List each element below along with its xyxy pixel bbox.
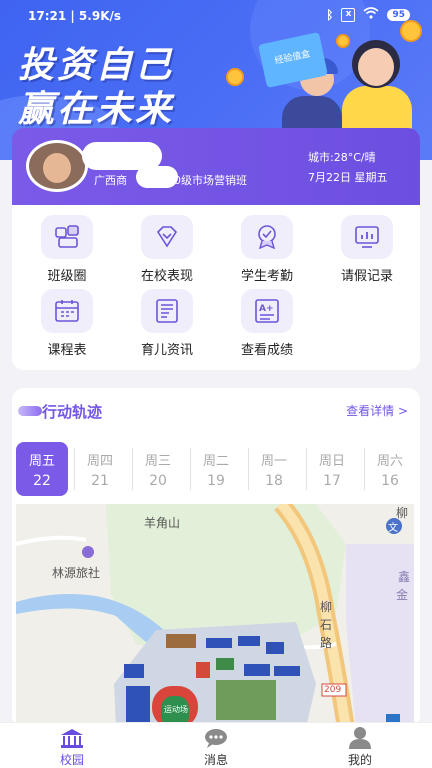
day-number: 18 <box>265 473 283 489</box>
wifi-icon <box>363 7 379 22</box>
day-number: 19 <box>207 473 225 489</box>
grid-label: 课程表 <box>47 343 87 358</box>
day-weekday: 周五 <box>28 454 55 469</box>
coin-icon <box>400 20 422 42</box>
status-bar: 17:21 | 5.9K/s ᛒ x 95 <box>0 0 432 32</box>
view-details-link[interactable]: 查看详情 > <box>346 402 408 419</box>
map-label-road: 柳 <box>320 600 333 614</box>
day-weekday: 周六 <box>376 454 403 469</box>
day-number: 21 <box>91 473 109 489</box>
day-weekday: 周四 <box>86 454 113 469</box>
badge-check-icon <box>241 215 293 259</box>
tab-label: 校园 <box>59 753 84 767</box>
day-number: 22 <box>33 473 51 489</box>
day-tab[interactable]: 周一 18 <box>248 442 300 496</box>
grid-label: 育儿资讯 <box>140 343 193 358</box>
tab-label: 我的 <box>347 753 372 767</box>
grid-item-grades[interactable]: A+ 查看成绩 <box>222 289 312 358</box>
track-map[interactable]: 羊角山 林源旅社 柳 文 柳 石 路 鑫 金 209 运动场 <box>16 504 414 728</box>
grid-label: 查看成绩 <box>240 343 293 358</box>
day-tab[interactable]: 周三 20 <box>132 442 184 496</box>
calendar-icon <box>41 289 93 333</box>
coin-icon <box>226 68 244 86</box>
map-label-road-number: 209 <box>324 685 342 695</box>
map-label-road: 石 <box>320 618 333 632</box>
privacy-mask <box>136 166 178 188</box>
grid-item-parenting-news[interactable]: 育儿资讯 <box>122 289 212 358</box>
grid-item-class-circle[interactable]: 班级圈 <box>22 215 112 284</box>
day-tab[interactable]: 周五 22 <box>16 442 68 496</box>
grade-icon: A+ <box>241 289 293 333</box>
user-icon <box>347 727 373 749</box>
grid-label: 学生考勤 <box>240 269 293 284</box>
date-text: 7月22日 星期五 <box>308 171 388 184</box>
news-icon <box>141 289 193 333</box>
sim-icon: x <box>341 7 356 22</box>
map-graphics <box>16 504 414 728</box>
battery-indicator: 95 <box>387 8 410 21</box>
track-title: 行动轨迹 <box>42 403 103 421</box>
day-tab[interactable]: 周二 19 <box>190 442 242 496</box>
slogan-line-2: 赢在未来 <box>18 89 175 130</box>
map-label-wen: 文 <box>388 523 398 534</box>
bluetooth-icon: ᛒ <box>326 7 334 22</box>
bottom-tab-bar: 校园 消息 我的 <box>0 722 432 768</box>
slogan-line-1: 投资自己 <box>18 45 175 86</box>
track-title-mark <box>18 406 42 416</box>
coin-icon <box>336 34 350 48</box>
illustration-woman-face <box>358 48 394 86</box>
day-weekday: 周二 <box>202 454 229 469</box>
day-weekday: 周三 <box>144 454 171 469</box>
grid-label: 在校表现 <box>140 269 193 284</box>
day-weekday: 周日 <box>318 454 345 469</box>
map-label-road: 路 <box>320 636 333 650</box>
status-time: 17:21 | 5.9K/s <box>28 9 122 23</box>
day-selector: 周五 22 周四 21 周三 20 周二 19 周一 18 周日 17 周六 16 <box>16 442 416 498</box>
message-icon <box>203 727 229 749</box>
grid-item-leave-records[interactable]: 请假记录 <box>322 215 412 284</box>
map-label-hill: 羊角山 <box>144 516 181 530</box>
tv-chart-icon <box>341 215 393 259</box>
day-tab[interactable]: 周四 21 <box>74 442 126 496</box>
banner-slogan: 投资自己 赢在未来 <box>18 44 174 132</box>
class-major: 20级市场营销班 <box>167 174 247 187</box>
map-label-stadium: 运动场 <box>164 705 188 714</box>
class-circle-icon <box>41 215 93 259</box>
avatar[interactable] <box>26 140 88 192</box>
day-number: 20 <box>149 473 167 489</box>
tab-messages[interactable]: 消息 <box>176 727 256 768</box>
grid-item-performance[interactable]: 在校表现 <box>122 215 212 284</box>
grid-label: 班级圈 <box>47 269 87 284</box>
day-weekday: 周一 <box>260 454 287 469</box>
day-number: 17 <box>323 473 341 489</box>
grid-label: 请假记录 <box>340 269 393 284</box>
diamond-icon <box>141 215 193 259</box>
function-grid: 班级圈 在校表现 学生考勤 请假记录 课程表 育儿资讯 A+ 查看成绩 <box>12 205 420 370</box>
weather-text: 城市:28°C/晴 <box>308 151 376 164</box>
tab-profile[interactable]: 我的 <box>320 727 400 768</box>
grid-item-attendance[interactable]: 学生考勤 <box>222 215 312 284</box>
map-label-hotel: 林源旅社 <box>52 566 101 580</box>
profile-card[interactable]: 莫 广西商20级市场营销班 城市:28°C/晴 7月22日 星期五 <box>12 128 420 205</box>
svg-text:A+: A+ <box>259 304 274 314</box>
track-card: 行动轨迹 查看详情 > 周五 22 周四 21 周三 20 周二 19 周一 18 周日 1… <box>12 388 420 728</box>
map-label-xin: 鑫 <box>398 570 411 584</box>
map-label-jin: 金 <box>396 588 409 602</box>
campus-icon <box>59 727 85 749</box>
day-tab[interactable]: 周日 17 <box>306 442 358 496</box>
day-number: 16 <box>381 473 399 489</box>
class-school: 广西商 <box>94 174 127 187</box>
day-tab[interactable]: 周六 16 <box>364 442 416 496</box>
tab-campus[interactable]: 校园 <box>32 727 112 768</box>
grid-item-timetable[interactable]: 课程表 <box>22 289 112 358</box>
tab-label: 消息 <box>203 753 228 767</box>
